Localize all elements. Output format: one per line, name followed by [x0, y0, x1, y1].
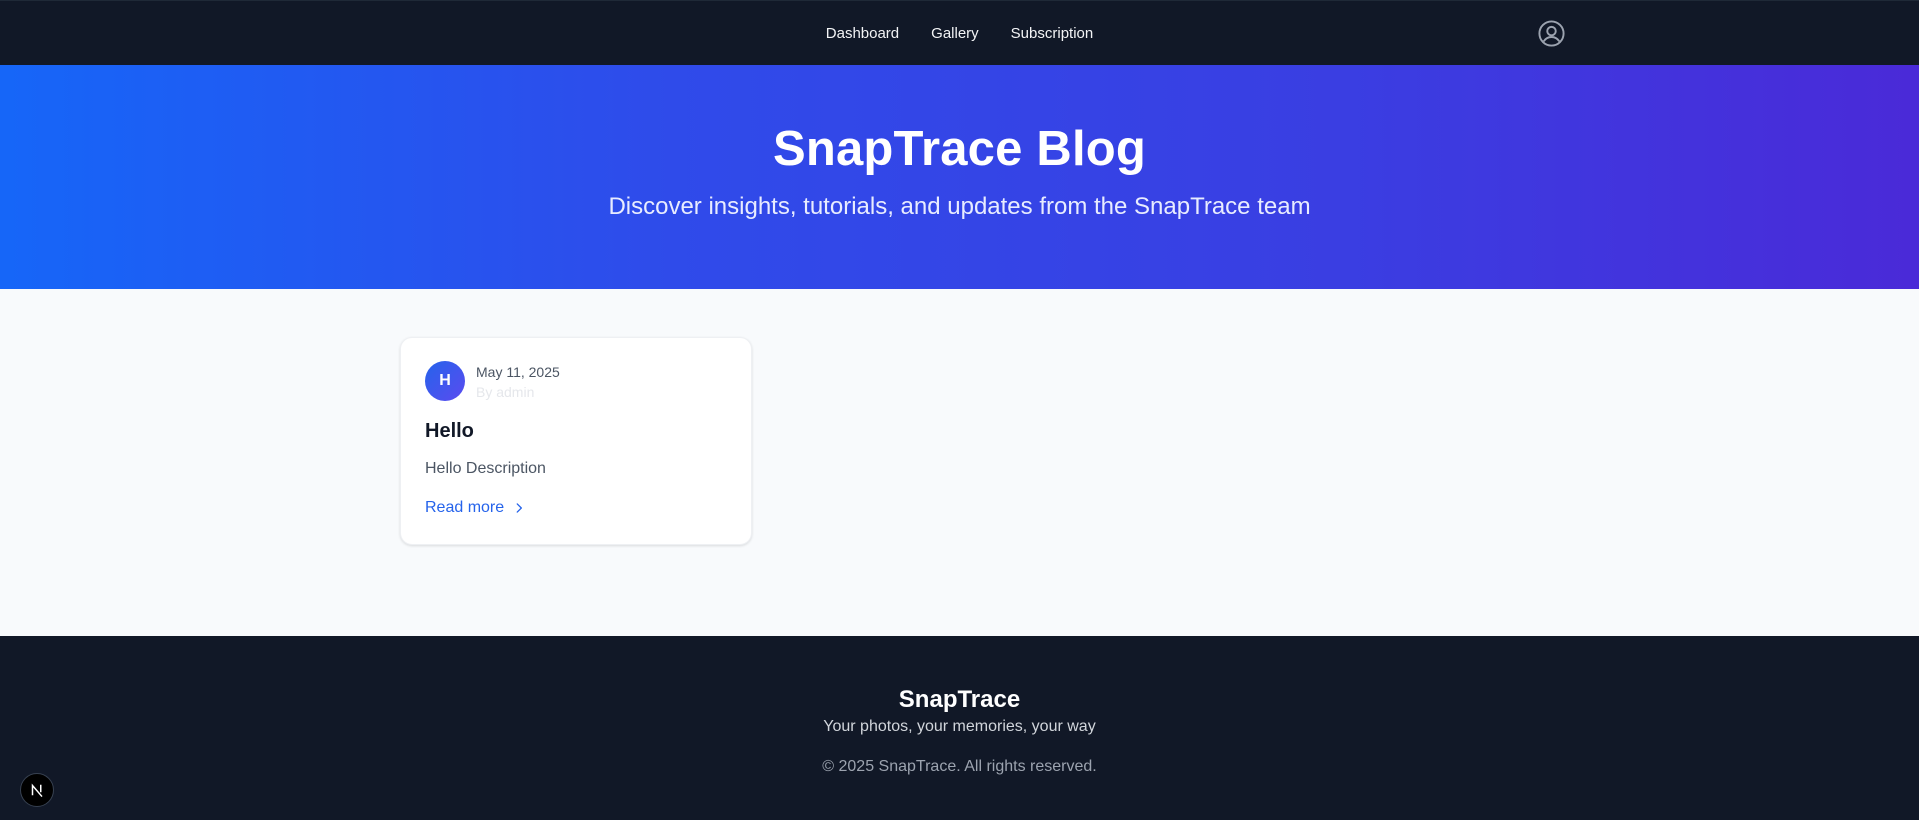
nextjs-logo-icon: [31, 783, 43, 798]
nav-link-dashboard[interactable]: Dashboard: [826, 25, 899, 42]
post-date: May 11, 2025: [476, 364, 560, 380]
user-account-button[interactable]: [1537, 19, 1566, 48]
post-author: By admin: [476, 384, 535, 400]
post-title: Hello: [425, 420, 474, 442]
read-more-label: Read more: [425, 499, 505, 516]
read-more-link[interactable]: Read more: [425, 499, 526, 517]
post-description: Hello Description: [425, 460, 546, 477]
site-footer: SnapTrace Your photos, your memories, yo…: [0, 636, 1919, 820]
hero-banner: SnapTrace Blog Discover insights, tutori…: [0, 65, 1919, 289]
top-navbar: Dashboard Gallery Subscription: [0, 0, 1919, 65]
page-title: SnapTrace Blog: [772, 122, 1147, 176]
main-nav: Dashboard Gallery Subscription: [0, 1, 1919, 66]
blog-post-list: H May 11, 2025 By admin Hello Hello Desc…: [0, 289, 1919, 636]
chevron-right-icon: [516, 503, 523, 513]
footer-brand: SnapTrace: [898, 686, 1021, 713]
user-circle-icon: [1538, 20, 1565, 47]
nextjs-dev-indicator-button[interactable]: [20, 773, 54, 807]
nav-link-subscription[interactable]: Subscription: [1011, 25, 1094, 42]
footer-copyright: © 2025 SnapTrace. All rights reserved.: [822, 758, 1097, 775]
nav-link-gallery[interactable]: Gallery: [931, 25, 979, 42]
author-avatar: H: [425, 361, 465, 401]
page-subtitle: Discover insights, tutorials, and update…: [608, 193, 1311, 220]
blog-post-card[interactable]: H May 11, 2025 By admin Hello Hello Desc…: [400, 337, 752, 545]
footer-tagline: Your photos, your memories, your way: [823, 718, 1096, 735]
